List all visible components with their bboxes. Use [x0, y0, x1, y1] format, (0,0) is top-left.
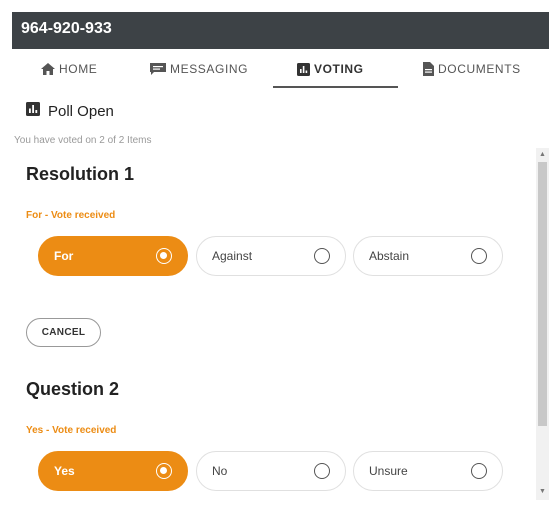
option-label: Against — [212, 249, 253, 263]
item-title: Question 2 — [26, 379, 120, 399]
radio-icon — [314, 248, 330, 264]
tab-documents[interactable]: DOCUMENTS — [423, 49, 521, 89]
tab-home-label: HOME — [59, 62, 98, 76]
option-label: Abstain — [369, 249, 410, 263]
vote-status: For - Vote received — [26, 210, 116, 221]
radio-icon — [314, 463, 330, 479]
chat-icon — [150, 63, 166, 75]
tab-voting[interactable]: VOTING — [297, 49, 364, 89]
radio-selected-icon — [156, 463, 172, 479]
option-abstain[interactable]: Abstain — [353, 236, 503, 276]
option-against[interactable]: Against — [196, 236, 346, 276]
bar-chart-icon — [26, 102, 40, 120]
tab-home[interactable]: HOME — [41, 49, 97, 89]
option-label: For — [54, 249, 74, 263]
option-label: No — [212, 464, 228, 478]
option-label: Unsure — [369, 464, 408, 478]
option-yes[interactable]: Yes — [38, 451, 188, 491]
scroll-down-icon[interactable]: ▼ — [539, 488, 546, 495]
cancel-button[interactable]: CANCEL — [26, 318, 101, 347]
radio-icon — [471, 463, 487, 479]
vote-progress-text: You have voted on 2 of 2 Items — [14, 135, 152, 146]
tab-messaging-label: MESSAGING — [170, 62, 249, 76]
option-unsure[interactable]: Unsure — [353, 451, 503, 491]
scrollbar-thumb[interactable] — [538, 162, 547, 426]
vertical-scrollbar[interactable]: ▲ ▼ — [536, 148, 549, 500]
vote-status: Yes - Vote received — [26, 425, 117, 436]
radio-selected-icon — [156, 248, 172, 264]
app-header: 964-920-933 — [12, 12, 549, 49]
radio-icon — [471, 248, 487, 264]
tab-voting-label: VOTING — [314, 62, 364, 76]
tab-messaging[interactable]: MESSAGING — [150, 49, 248, 89]
bar-chart-icon — [297, 62, 310, 76]
home-icon — [41, 63, 55, 75]
document-icon — [423, 62, 434, 76]
scroll-up-icon[interactable]: ▲ — [539, 151, 546, 158]
active-tab-indicator — [273, 86, 398, 88]
poll-status: Poll Open — [26, 102, 114, 120]
item-title: Resolution 1 — [26, 164, 135, 184]
option-for[interactable]: For — [38, 236, 188, 276]
poll-status-label: Poll Open — [48, 102, 114, 120]
tab-documents-label: DOCUMENTS — [438, 62, 521, 76]
meeting-id: 964-920-933 — [21, 20, 112, 37]
option-label: Yes — [54, 464, 75, 478]
nav-tabs: HOME MESSAGING VOTING DOCUMENTS — [12, 49, 549, 89]
option-no[interactable]: No — [196, 451, 346, 491]
